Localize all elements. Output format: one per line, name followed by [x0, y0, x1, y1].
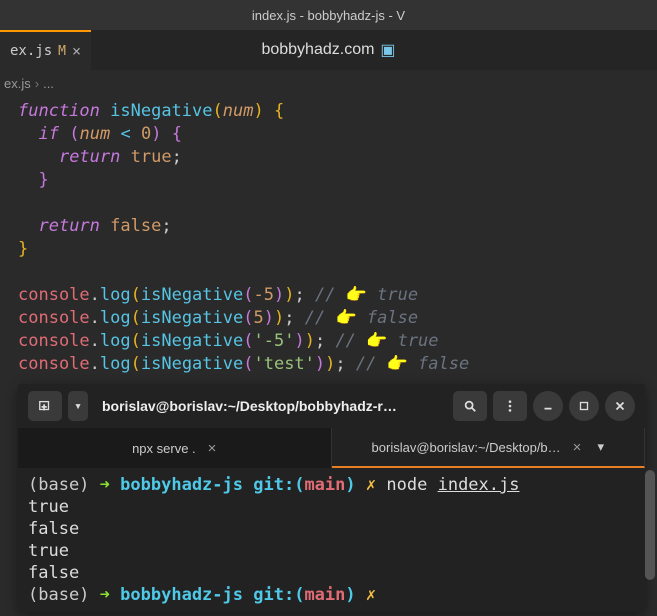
new-tab-icon — [38, 399, 52, 413]
function-name: isNegative — [110, 101, 212, 121]
breadcrumb-file: ex.js — [4, 76, 31, 91]
pointing-right-icon: 👉 — [346, 285, 367, 305]
search-button[interactable] — [453, 391, 487, 421]
watermark-text: bobbyhadz.com — [261, 41, 374, 59]
maximize-icon — [577, 399, 591, 413]
window-title: index.js - bobbyhadz-js - V — [252, 8, 405, 23]
tab-modified-badge: M — [58, 44, 66, 59]
terminal-window: ▾ borislav@borislav:~/Desktop/bobbyhadz-… — [18, 384, 645, 612]
chevron-down-icon[interactable]: ▾ — [597, 439, 604, 455]
cube-icon: ▣ — [380, 40, 395, 60]
keyword-function: function — [18, 101, 100, 121]
terminal-tab[interactable]: borislav@borislav:~/Desktop/b… × ▾ — [332, 428, 646, 468]
breadcrumb[interactable]: ex.js › ... — [0, 70, 657, 96]
kebab-icon — [503, 399, 517, 413]
terminal-tab-bar: npx serve . × borislav@borislav:~/Deskto… — [18, 428, 645, 468]
chevron-down-icon: ▾ — [74, 399, 82, 414]
pointing-right-icon: 👉 — [335, 308, 356, 328]
terminal-output: true — [28, 496, 635, 518]
code-editor[interactable]: function isNegative(num) { if (num < 0) … — [0, 96, 657, 380]
terminal-output: true — [28, 540, 635, 562]
terminal-line: (base) ➜ bobbyhadz-js git:(main) ✗ — [28, 584, 635, 606]
minimize-icon — [541, 399, 555, 413]
close-window-button[interactable] — [605, 391, 635, 421]
maximize-button[interactable] — [569, 391, 599, 421]
terminal-output: false — [28, 518, 635, 540]
dropdown-button[interactable]: ▾ — [68, 391, 88, 421]
window-title-bar: index.js - bobbyhadz-js - V — [0, 0, 657, 30]
breadcrumb-more: ... — [43, 76, 54, 91]
tab-filename: ex.js — [10, 43, 52, 59]
pointing-right-icon: 👉 — [387, 354, 408, 374]
menu-button[interactable] — [493, 391, 527, 421]
terminal-output: false — [28, 562, 635, 584]
terminal-title: borislav@borislav:~/Desktop/bobbyhadz-r… — [94, 398, 447, 414]
editor-tab-bar: ex.js M × bobbyhadz.com ▣ — [0, 30, 657, 70]
close-icon[interactable]: × — [72, 42, 81, 60]
terminal-tab[interactable]: npx serve . × — [18, 428, 332, 468]
terminal-tab-label: borislav@borislav:~/Desktop/b… — [372, 440, 561, 455]
chevron-right-icon: › — [35, 76, 39, 91]
minimize-button[interactable] — [533, 391, 563, 421]
pointing-right-icon: 👉 — [366, 331, 387, 351]
terminal-line: (base) ➜ bobbyhadz-js git:(main) ✗ node … — [28, 474, 635, 496]
search-icon — [463, 399, 477, 413]
editor-tab[interactable]: ex.js M × — [0, 30, 91, 70]
scrollbar[interactable] — [645, 470, 655, 580]
watermark: bobbyhadz.com ▣ — [261, 40, 395, 60]
close-icon[interactable]: × — [208, 440, 217, 457]
terminal-tab-label: npx serve . — [132, 441, 196, 456]
terminal-titlebar: ▾ borislav@borislav:~/Desktop/bobbyhadz-… — [18, 384, 645, 428]
close-icon[interactable]: × — [573, 439, 582, 456]
close-icon — [613, 399, 627, 413]
terminal-body[interactable]: (base) ➜ bobbyhadz-js git:(main) ✗ node … — [18, 468, 645, 612]
new-tab-button[interactable] — [28, 391, 62, 421]
